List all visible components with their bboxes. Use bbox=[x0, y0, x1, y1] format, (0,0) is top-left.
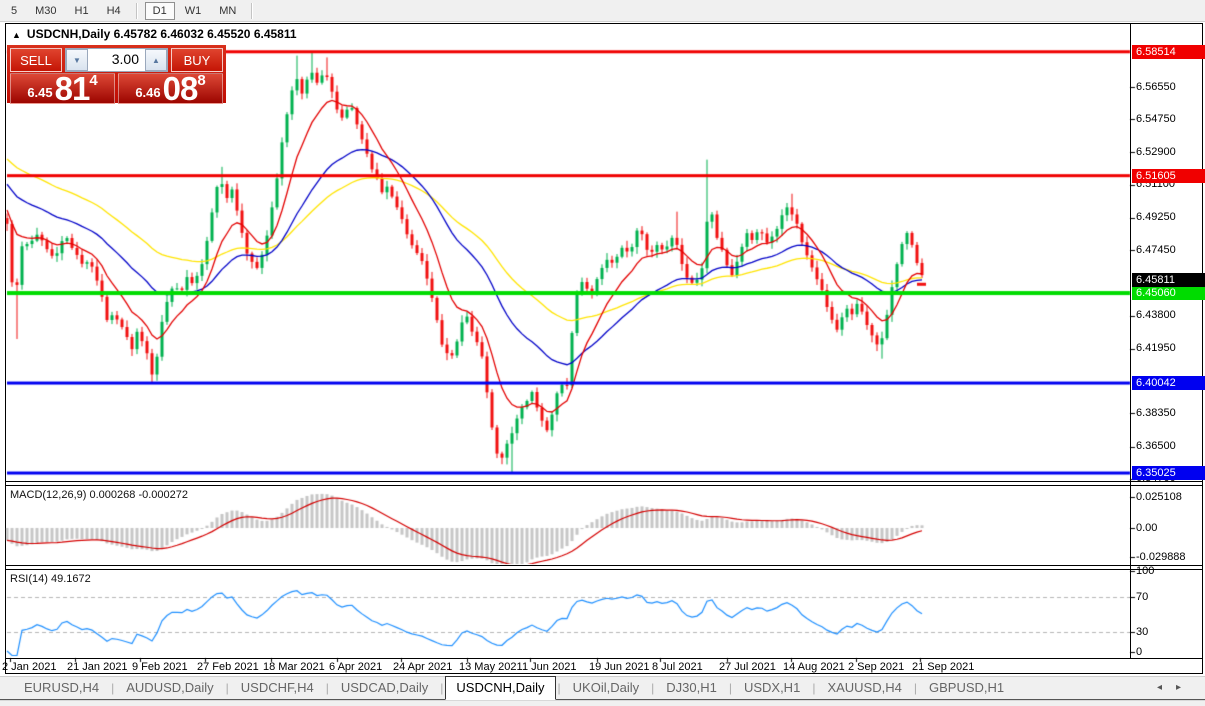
rsi-name: RSI(14) bbox=[10, 573, 48, 585]
macd-main-value: 0.000268 bbox=[89, 489, 135, 501]
xaxis-border bbox=[5, 658, 1203, 659]
price-tick-label: 6.41950 bbox=[1136, 342, 1176, 355]
price-tick-label: 6.38350 bbox=[1136, 407, 1176, 420]
date-label: 24 Apr 2021 bbox=[393, 661, 452, 673]
current-price-label: 6.45811 bbox=[1132, 273, 1205, 287]
tab-separator: | bbox=[912, 681, 919, 699]
date-label: 14 Aug 2021 bbox=[783, 661, 845, 673]
ohlc-open: 6.45782 bbox=[114, 27, 157, 41]
macd-axis-label: -0.029888 bbox=[1136, 551, 1186, 563]
chart-symbol: USDCNH,Daily bbox=[27, 27, 110, 41]
pane-separator[interactable] bbox=[5, 569, 1203, 570]
date-label: 13 May 2021 bbox=[459, 661, 523, 673]
volume-input[interactable]: 3.00 bbox=[88, 49, 145, 71]
pane-separator[interactable] bbox=[5, 481, 1203, 482]
price-tick-label: 6.56550 bbox=[1136, 81, 1176, 94]
macd-axis-label: 0.025108 bbox=[1136, 491, 1182, 503]
sell-price-prefix: 6.45 bbox=[27, 85, 52, 100]
level-price-label: 6.51605 bbox=[1132, 169, 1205, 183]
tab-usdchf-h4[interactable]: USDCHF,H4 bbox=[231, 677, 324, 699]
tab-scroll-arrows[interactable]: ◂▸ bbox=[1157, 682, 1195, 693]
price-tick-label: 6.47450 bbox=[1136, 244, 1176, 257]
sell-price-display[interactable]: 6.45 81 4 bbox=[10, 73, 115, 104]
tab-separator: | bbox=[649, 681, 656, 699]
date-label: 19 Jun 2021 bbox=[589, 661, 650, 673]
buy-price-prefix: 6.46 bbox=[135, 85, 160, 100]
price-tick-label: 6.54750 bbox=[1136, 113, 1176, 126]
price-tick-label: 6.43800 bbox=[1136, 309, 1176, 322]
one-click-trade-panel: SELL ▼ 3.00 ▲ BUY 6.45 81 4 6.46 08 8 bbox=[7, 45, 226, 103]
rsi-axis-label: 0 bbox=[1136, 646, 1142, 658]
rsi-value: 49.1672 bbox=[51, 573, 91, 585]
tab-separator: | bbox=[556, 681, 563, 699]
buy-price-big: 08 bbox=[163, 74, 198, 103]
tab-scroll-right-icon[interactable]: ▸ bbox=[1176, 682, 1195, 693]
tab-xauusd-h4[interactable]: XAUUSD,H4 bbox=[817, 677, 911, 699]
date-label: 18 Mar 2021 bbox=[263, 661, 325, 673]
price-axis-border bbox=[1130, 23, 1131, 659]
ohlc-high: 6.46032 bbox=[160, 27, 203, 41]
tab-scroll-left-icon[interactable]: ◂ bbox=[1157, 682, 1176, 693]
tab-gbpusd-h1[interactable]: GBPUSD,H1 bbox=[919, 677, 1014, 699]
rsi-axis-label: 30 bbox=[1136, 626, 1148, 638]
tab-usdcnh-daily[interactable]: USDCNH,Daily bbox=[445, 676, 555, 700]
tab-ukoil-daily[interactable]: UKOil,Daily bbox=[563, 677, 649, 699]
macd-axis-label: 0.00 bbox=[1136, 522, 1157, 534]
date-label: 8 Jul 2021 bbox=[652, 661, 703, 673]
date-label: 2 Sep 2021 bbox=[848, 661, 904, 673]
tab-separator: | bbox=[224, 681, 231, 699]
date-label: 9 Feb 2021 bbox=[132, 661, 188, 673]
date-label: 1 Jun 2021 bbox=[522, 661, 576, 673]
date-label: 21 Sep 2021 bbox=[912, 661, 974, 673]
pane-separator[interactable] bbox=[5, 485, 1203, 486]
level-price-label: 6.45060 bbox=[1132, 286, 1205, 300]
date-label: 2 Jan 2021 bbox=[2, 661, 56, 673]
tab-separator: | bbox=[727, 681, 734, 699]
chart-title: ▲ USDCNH,Daily 6.45782 6.46032 6.45520 6.… bbox=[12, 27, 297, 41]
price-tick-label: 6.52900 bbox=[1136, 146, 1176, 159]
price-tick-label: 6.36500 bbox=[1136, 440, 1176, 453]
volume-increase-button[interactable]: ▲ bbox=[145, 49, 167, 71]
tab-separator: | bbox=[810, 681, 817, 699]
level-price-label: 6.40042 bbox=[1132, 376, 1205, 390]
tab-usdcad-daily[interactable]: USDCAD,Daily bbox=[331, 677, 438, 699]
trading-app-window: 5M30H1H4D1W1MN ▲USDCNH,Daily 6.45782 6.4… bbox=[0, 0, 1205, 706]
macd-label: MACD(12,26,9) 0.000268 -0.000272 bbox=[10, 489, 188, 501]
sell-price-pip: 4 bbox=[89, 73, 97, 89]
tab-eurusd-h4[interactable]: EURUSD,H4 bbox=[14, 677, 109, 699]
tab-separator: | bbox=[324, 681, 331, 699]
level-price-label: 6.35025 bbox=[1132, 466, 1205, 480]
buy-button[interactable]: BUY bbox=[171, 48, 223, 72]
volume-decrease-button[interactable]: ▼ bbox=[66, 49, 88, 71]
date-label: 21 Jan 2021 bbox=[67, 661, 128, 673]
tab-usdx-h1[interactable]: USDX,H1 bbox=[734, 677, 810, 699]
pane-separator[interactable] bbox=[5, 565, 1203, 566]
macd-signal-value: -0.000272 bbox=[138, 489, 188, 501]
sell-price-big: 81 bbox=[55, 74, 90, 103]
tab-dj30-h1[interactable]: DJ30,H1 bbox=[656, 677, 727, 699]
buy-price-pip: 8 bbox=[197, 73, 205, 89]
ohlc-low: 6.45520 bbox=[207, 27, 250, 41]
sell-button[interactable]: SELL bbox=[10, 48, 62, 72]
level-price-label: 6.58514 bbox=[1132, 45, 1205, 59]
rsi-axis-label: 70 bbox=[1136, 591, 1148, 603]
chart-canvas[interactable] bbox=[0, 0, 1205, 706]
date-label: 27 Jul 2021 bbox=[719, 661, 776, 673]
rsi-label: RSI(14) 49.1672 bbox=[10, 573, 91, 585]
macd-name: MACD(12,26,9) bbox=[10, 489, 86, 501]
rsi-axis-label: 100 bbox=[1136, 565, 1154, 577]
price-tick-label: 6.49250 bbox=[1136, 211, 1176, 224]
collapse-triangle-icon[interactable]: ▲ bbox=[12, 30, 21, 40]
status-bar bbox=[0, 700, 1205, 706]
tab-separator: | bbox=[438, 681, 445, 699]
ohlc-close: 6.45811 bbox=[254, 27, 297, 41]
chart-tab-bar: EURUSD,H4|AUDUSD,Daily|USDCHF,H4|USDCAD,… bbox=[0, 676, 1205, 700]
date-label: 27 Feb 2021 bbox=[197, 661, 259, 673]
tab-audusd-daily[interactable]: AUDUSD,Daily bbox=[116, 677, 223, 699]
tab-separator: | bbox=[109, 681, 116, 699]
buy-price-display[interactable]: 6.46 08 8 bbox=[118, 73, 223, 104]
date-label: 6 Apr 2021 bbox=[329, 661, 382, 673]
